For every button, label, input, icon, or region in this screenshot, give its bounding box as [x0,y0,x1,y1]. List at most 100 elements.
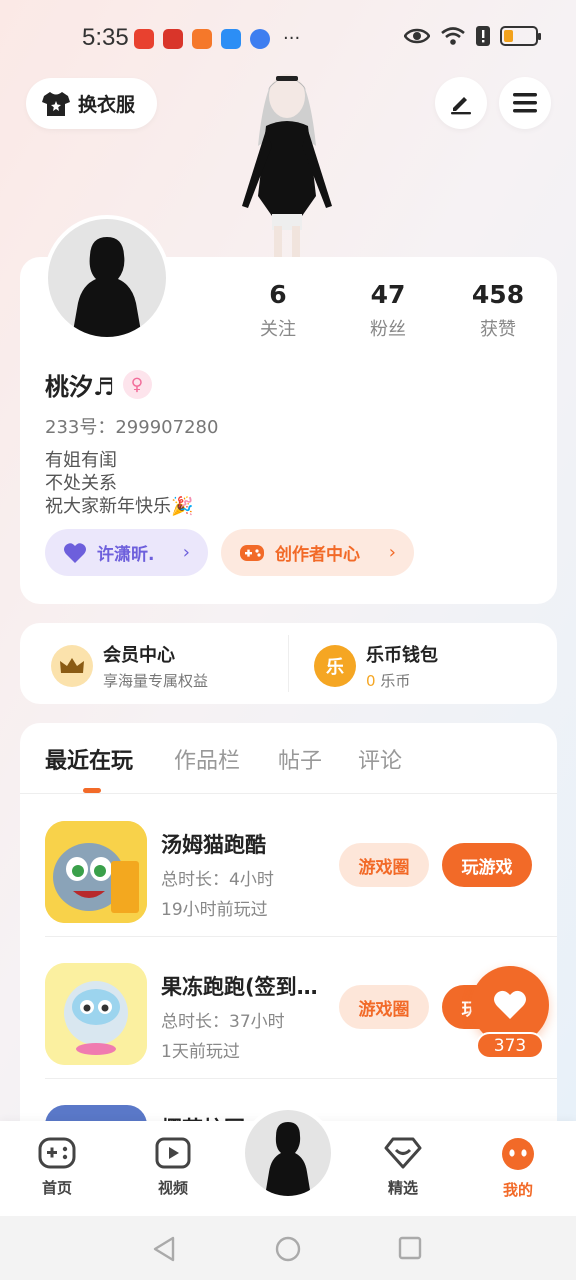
game-name: 果冻跑跑(签到… [161,975,318,999]
like-count: 373 [476,1032,544,1059]
followers-label: 粉丝 [370,319,406,340]
game-duration: 总时长：4小时 [161,870,274,890]
tab-indicator [83,788,101,793]
gamepad-icon [240,544,264,561]
more-notifications-icon: ··· [283,28,301,49]
coin-count: 0 [366,672,376,690]
game-circle-button[interactable]: 游戏圈 [339,985,429,1029]
system-navigation-bar [0,1216,576,1280]
tab-comments[interactable]: 评论 [358,743,402,775]
crown-icon [51,645,93,687]
music-app-icon [250,28,270,49]
tab-recent-played[interactable]: 最近在玩 [45,743,133,775]
uid-value: 299907280 [115,417,219,438]
chevron-right-icon: › [388,542,396,563]
bio-line: 祝大家新年快乐🎉 [45,496,194,517]
eye-icon [404,28,430,44]
profile-stats: 6 关注 47 粉丝 458 获赞 [223,280,553,341]
nickname-row: 桃汐♬ ♀ [45,367,152,402]
followers-count: 47 [370,280,406,309]
friend-pill-button[interactable]: 许潇昕. › [45,529,208,576]
user-id: 233号：299907280 [45,413,218,439]
game-last-played: 19小时前玩过 [161,900,268,920]
nickname: 桃汐♬ [45,373,115,401]
profile-bio: 有姐有闺 不处关系 祝大家新年快乐🎉 [45,449,193,518]
recents-icon[interactable] [398,1236,422,1260]
edit-profile-button[interactable] [435,77,487,129]
play-game-button[interactable]: 玩游戏 [442,843,532,887]
nav-video[interactable]: 视频 [138,1137,208,1198]
status-time: 5:35 [82,24,129,51]
status-app-icons: ··· [134,28,300,49]
change-outfit-button[interactable]: 换衣服 [26,78,157,129]
coin-balance: 0 乐币 [366,670,438,691]
likes-label: 获赞 [480,319,516,340]
uid-label: 233号： [45,417,116,438]
coin-wallet-title: 乐币钱包 [366,645,438,666]
menu-icon [513,93,537,113]
female-gender-icon: ♀ [122,370,152,399]
alert-icon [476,26,490,46]
nav-mine-label: 我的 [502,1181,533,1199]
tab-works[interactable]: 作品栏 [174,743,240,775]
back-icon[interactable] [152,1236,176,1262]
bio-line: 有姐有闺 [45,450,117,471]
member-center-entry[interactable]: 会员中心 享海量专属权益 [51,641,208,691]
nav-featured-label: 精选 [387,1179,418,1197]
coin-wallet-entry[interactable]: 乐 乐币钱包 0 乐币 [314,641,438,691]
content-tabs: 最近在玩 作品栏 帖子 评论 [20,723,557,794]
home-icon[interactable] [275,1236,301,1262]
battery-level [504,30,513,42]
likes-stat[interactable]: 458 获赞 [443,280,553,341]
menu-button[interactable] [499,77,551,129]
bio-line: 不处关系 [45,473,117,494]
coin-icon: 乐 [314,645,356,687]
pen-icon [451,97,471,115]
following-stat[interactable]: 6 关注 [223,280,333,341]
smiley-icon [502,1138,534,1170]
heart-icon [64,542,86,563]
nav-mine[interactable]: 我的 [483,1137,553,1200]
game-icon-jelly-run[interactable] [45,963,147,1065]
nav-home-label: 首页 [41,1179,72,1197]
video-app-icon [192,28,212,49]
game-row[interactable]: 汤姆猫跑酷 总时长：4小时 19小时前玩过 游戏圈 玩游戏 [20,795,557,937]
battery-icon [500,26,541,46]
status-indicators [404,26,541,46]
dressed-avatar-figure[interactable] [232,66,342,262]
center-avatar-image [245,1110,331,1196]
silhouette-icon [72,237,142,337]
center-avatar-button[interactable] [241,1106,335,1200]
nav-video-label: 视频 [157,1179,188,1197]
cloud-app-icon [221,28,241,49]
tshirt-icon [42,91,70,116]
followers-stat[interactable]: 47 粉丝 [333,280,443,341]
nav-home[interactable]: 首页 [22,1137,92,1198]
following-count: 6 [269,280,287,309]
app-notification-icon [134,28,154,49]
news-app-icon [163,28,183,49]
game-circle-button[interactable]: 游戏圈 [339,843,429,887]
game-duration: 总时长：37小时 [161,1012,285,1032]
wifi-icon [441,27,465,45]
game-last-played: 1天前玩过 [161,1042,240,1062]
divider [288,635,289,692]
wallet-card: 会员中心 享海量专属权益 乐 乐币钱包 0 乐币 [20,623,557,704]
creator-center-label: 创作者中心 [275,545,360,565]
change-outfit-label: 换衣服 [78,94,136,116]
member-center-title: 会员中心 [103,645,175,666]
nav-featured[interactable]: 精选 [368,1137,438,1198]
profile-avatar[interactable] [44,215,170,341]
friend-pill-label: 许潇昕. [97,545,155,565]
game-name: 汤姆猫跑酷 [161,833,266,857]
following-label: 关注 [260,319,296,340]
coin-unit: 乐币 [375,672,411,690]
game-icon-talking-tom[interactable] [45,821,147,923]
silhouette-icon [265,1122,311,1196]
tab-posts[interactable]: 帖子 [278,743,322,775]
video-play-icon [155,1137,191,1169]
heart-icon [494,990,526,1019]
likes-count: 458 [471,280,525,309]
chevron-right-icon: › [182,542,190,563]
creator-center-button[interactable]: 创作者中心 › [221,529,414,576]
